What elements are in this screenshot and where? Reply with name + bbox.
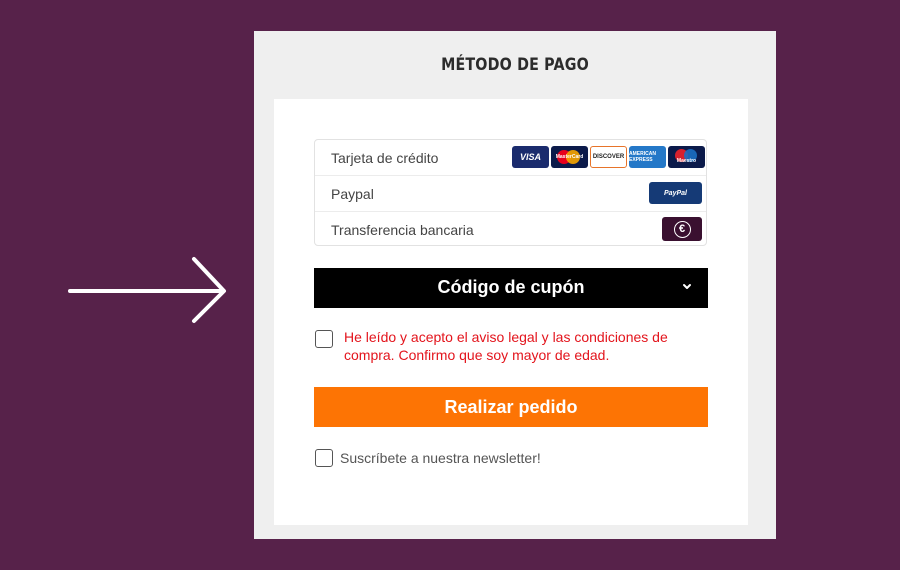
payment-method-bank-transfer[interactable]: Transferencia bancaria € [315,212,706,247]
mastercard-logo: MasterCard [551,146,588,168]
coupon-toggle[interactable]: Código de cupón [314,268,708,308]
coupon-label: Código de cupón [437,277,585,297]
payment-panel: MÉTODO DE PAGO Tarjeta de crédito VISA M… [254,31,776,539]
terms-label: He leído y acepto el aviso legal y las c… [344,329,668,363]
arrow-right-icon [68,257,226,323]
euro-icon: € [662,217,702,241]
discover-logo: DISCOVER [590,146,627,168]
paypal-logo: PayPal [649,182,702,204]
visa-logo: VISA [512,146,549,168]
payment-method-label: Tarjeta de crédito [331,150,439,166]
payment-card: Tarjeta de crédito VISA MasterCard DISCO… [274,99,748,525]
chevron-down-icon [683,284,691,289]
card-logos: VISA MasterCard DISCOVER AMERICAN EXPRES… [512,146,705,168]
amex-logo: AMERICAN EXPRESS [629,146,666,168]
payment-method-label: Transferencia bancaria [331,222,474,238]
payment-methods-list: Tarjeta de crédito VISA MasterCard DISCO… [314,139,707,246]
newsletter-label: Suscríbete a nuestra newsletter! [340,450,541,466]
payment-method-credit-card[interactable]: Tarjeta de crédito VISA MasterCard DISCO… [315,140,706,176]
terms-checkbox[interactable] [315,330,333,348]
newsletter-checkbox[interactable] [315,449,333,467]
place-order-button[interactable]: Realizar pedido [314,387,708,427]
payment-method-paypal[interactable]: Paypal PayPal [315,176,706,212]
payment-method-label: Paypal [331,186,374,202]
panel-title: MÉTODO DE PAGO [441,55,589,75]
maestro-logo: Maestro [668,146,705,168]
